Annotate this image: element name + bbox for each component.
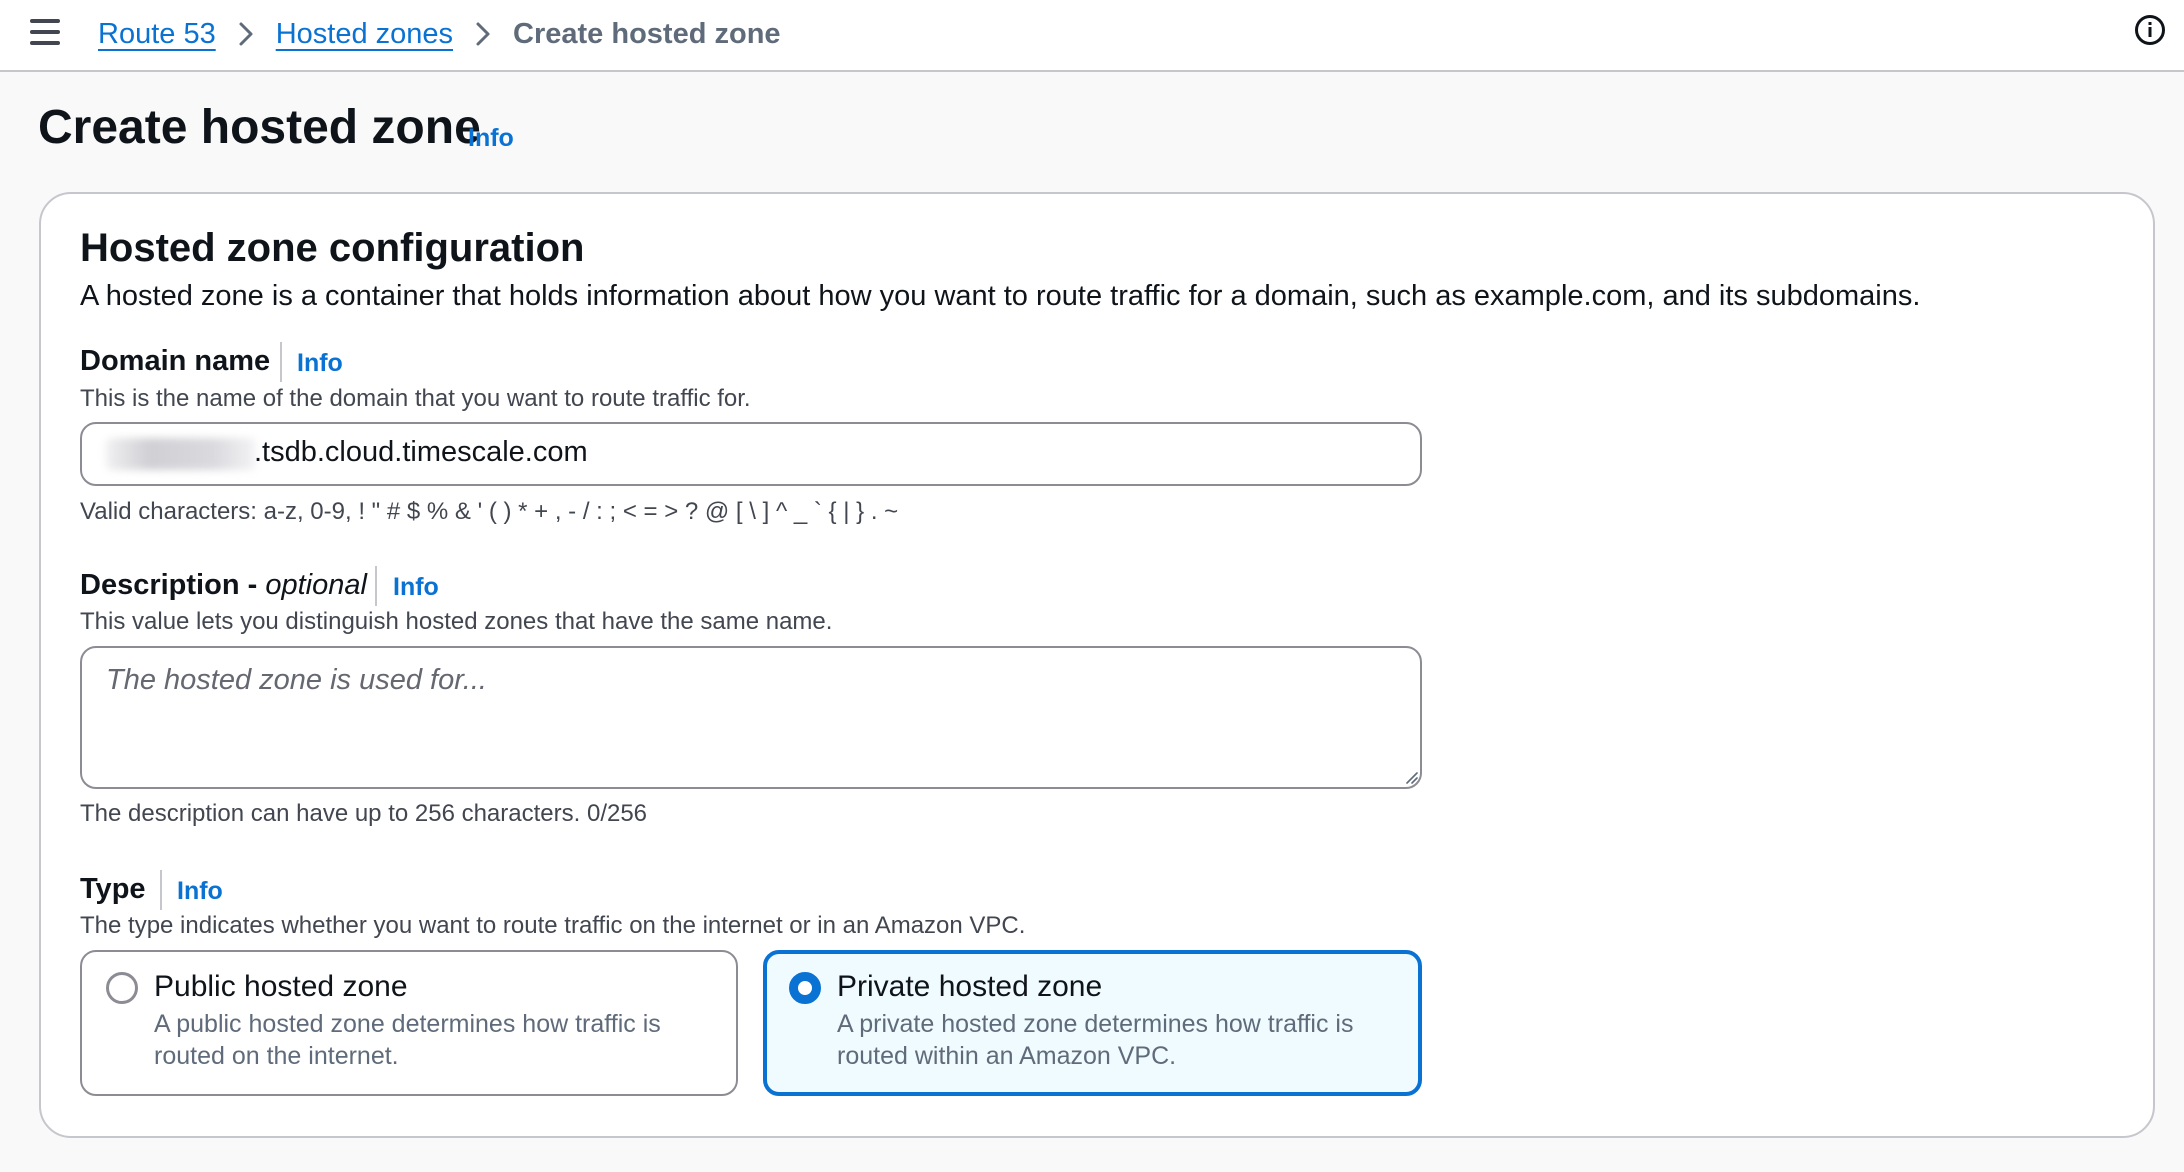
domain-name-value: .tsdb.cloud.timescale.com — [254, 436, 588, 468]
private-hosted-zone-title: Private hosted zone — [837, 970, 1103, 1003]
resize-handle-icon[interactable] — [1404, 770, 1418, 784]
public-hosted-zone-title: Public hosted zone — [154, 970, 408, 1003]
section-description: A hosted zone is a container that holds … — [80, 280, 1921, 312]
breadcrumb-current-page: Create hosted zone — [513, 17, 781, 50]
top-navigation-bar: Route 53 Hosted zones Create hosted zone — [0, 0, 2184, 72]
description-textarea[interactable] — [80, 646, 1422, 789]
domain-name-info-link[interactable]: Info — [297, 349, 343, 378]
type-label: Type — [80, 873, 146, 905]
description-label-text: Description - — [80, 569, 266, 601]
optional-label: optional — [265, 569, 367, 601]
type-info-link[interactable]: Info — [177, 877, 223, 906]
breadcrumb-route53-link[interactable]: Route 53 — [98, 18, 216, 51]
public-hosted-zone-radio[interactable] — [106, 972, 138, 1004]
private-hosted-zone-radio[interactable] — [789, 972, 821, 1004]
description-help-text: This value lets you distinguish hosted z… — [80, 608, 833, 635]
hamburger-menu-icon[interactable] — [30, 19, 60, 45]
domain-name-label: Domain name — [80, 345, 271, 377]
page-title: Create hosted zone — [38, 101, 481, 154]
public-hosted-zone-description: A public hosted zone determines how traf… — [154, 1010, 661, 1070]
description-constraint: The description can have up to 256 chara… — [80, 800, 648, 827]
domain-name-constraint: Valid characters: a-z, 0-9, ! " # $ % & … — [80, 498, 899, 525]
type-description: The type indicates whether you want to r… — [80, 912, 1026, 939]
chevron-right-icon — [453, 21, 513, 47]
label-divider — [375, 566, 377, 606]
section-title: Hosted zone configuration — [80, 226, 585, 270]
breadcrumb: Route 53 Hosted zones Create hosted zone — [98, 14, 781, 54]
info-circle-icon[interactable] — [2134, 14, 2166, 46]
description-label: Description - optional — [80, 569, 367, 602]
chevron-right-icon — [216, 21, 276, 47]
redacted-subdomain — [106, 438, 256, 470]
page-info-link[interactable]: Info — [468, 124, 514, 153]
label-divider — [160, 870, 162, 910]
domain-name-description: This is the name of the domain that you … — [80, 385, 751, 412]
private-hosted-zone-description: A private hosted zone determines how tra… — [837, 1010, 1354, 1070]
label-divider — [280, 342, 282, 382]
description-info-link[interactable]: Info — [393, 573, 439, 602]
breadcrumb-hosted-zones-link[interactable]: Hosted zones — [276, 18, 453, 51]
